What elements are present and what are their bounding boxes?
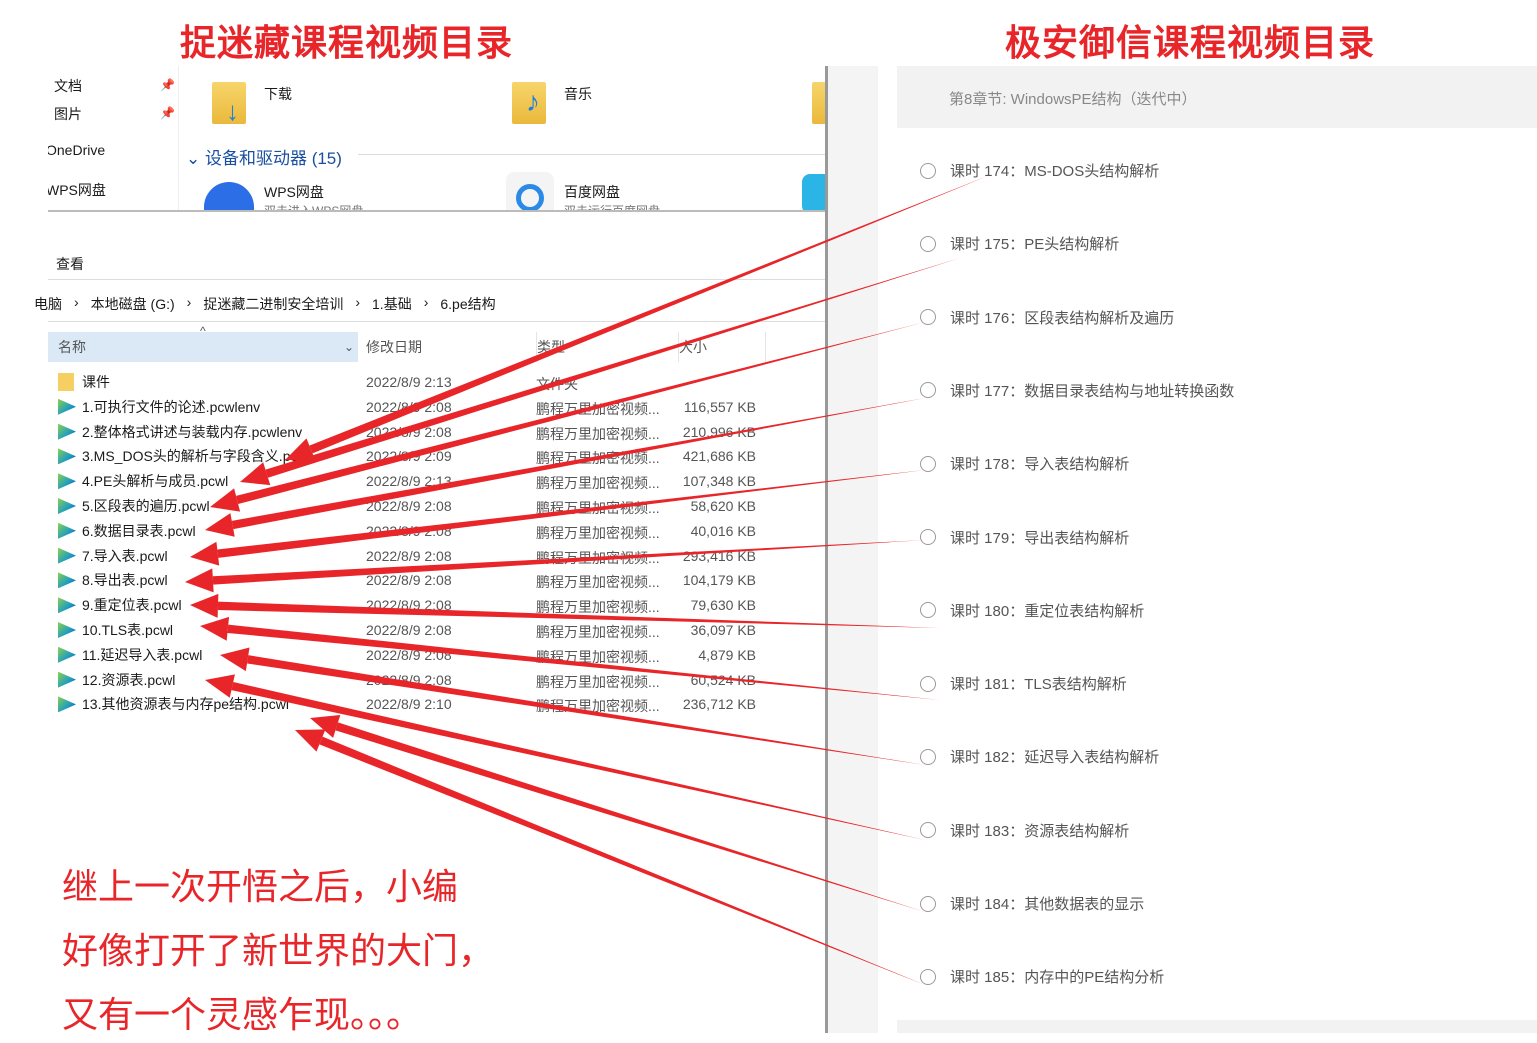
arrow: [285, 175, 990, 461]
arrow: [240, 258, 961, 486]
arrow: [205, 398, 926, 537]
arrow: [205, 674, 926, 840]
arrow: [190, 593, 941, 628]
annotation-arrows: [185, 175, 990, 985]
arrow: [200, 616, 941, 700]
arrow: [295, 729, 926, 985]
arrow: [310, 714, 925, 912]
